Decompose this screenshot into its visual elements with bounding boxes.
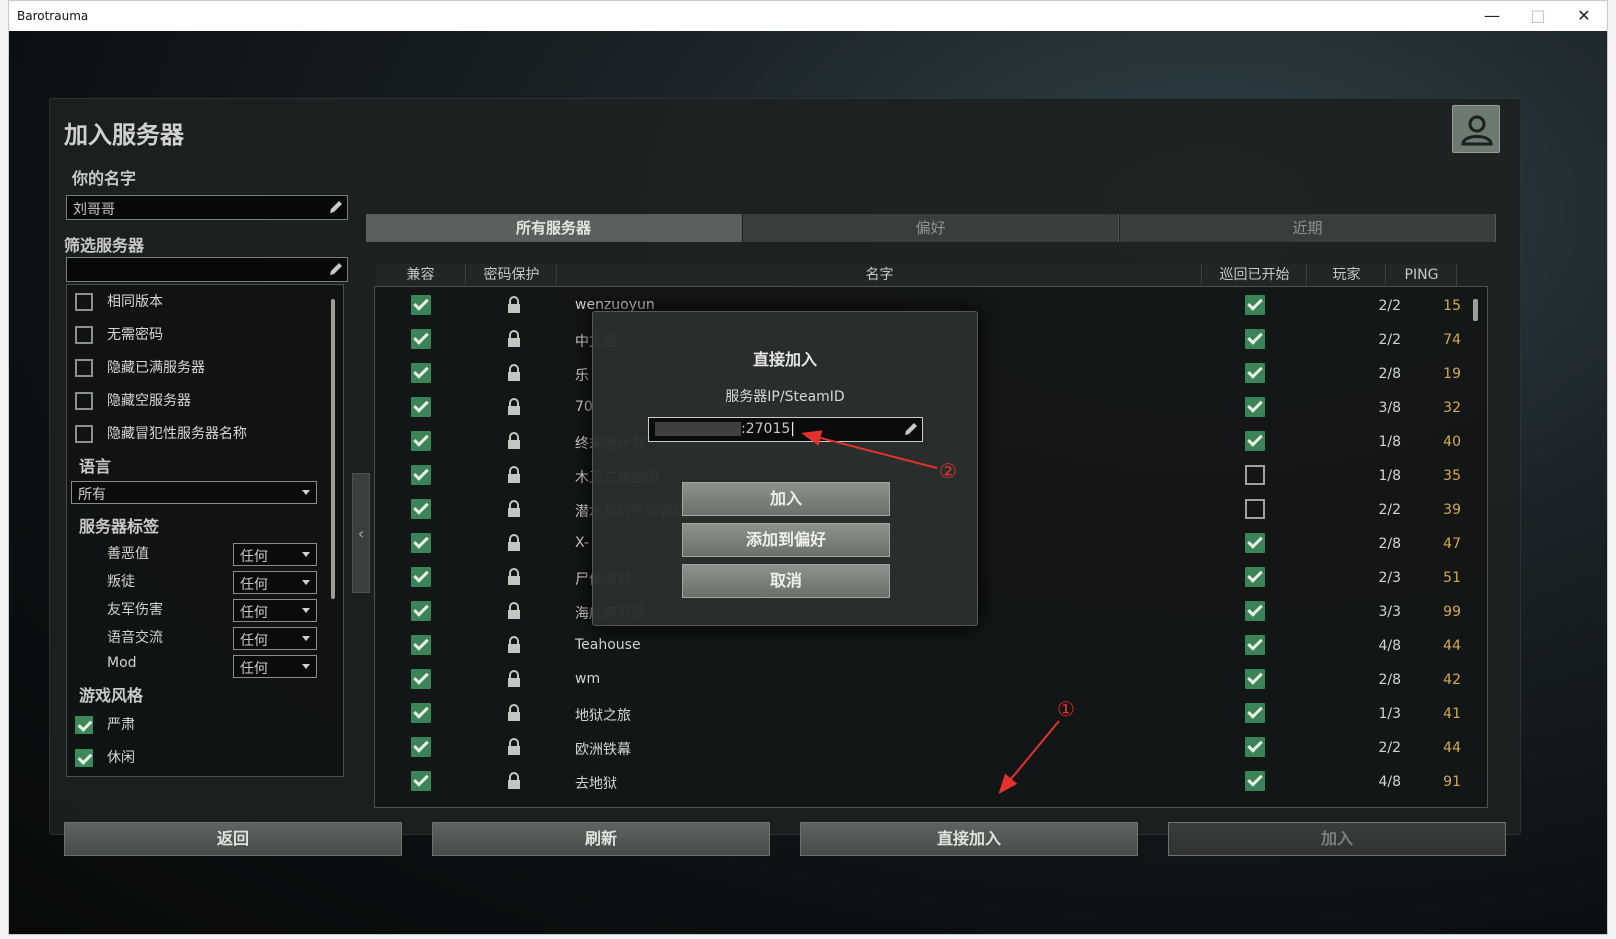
annotation-arrows <box>801 430 1060 795</box>
close-button[interactable]: ✕ <box>1561 1 1607 31</box>
app-window: Barotrauma — □ ✕ 加入服务器 你的名字 刘哥哥 筛选服务器 相同… <box>8 0 1608 935</box>
maximize-button[interactable]: □ <box>1515 1 1561 31</box>
annotation-arrow-2 <box>801 430 938 469</box>
annotation-1: ① <box>1057 697 1075 721</box>
minimize-button[interactable]: — <box>1469 1 1515 31</box>
annotation-arrow-1 <box>998 720 1060 795</box>
game-viewport: 加入服务器 你的名字 刘哥哥 筛选服务器 相同版本 无需密码 隐藏已满服务器 隐… <box>9 31 1607 934</box>
title-bar: Barotrauma — □ ✕ <box>9 1 1607 31</box>
window-title: Barotrauma <box>17 9 89 23</box>
annotation-2: ② <box>939 459 957 483</box>
